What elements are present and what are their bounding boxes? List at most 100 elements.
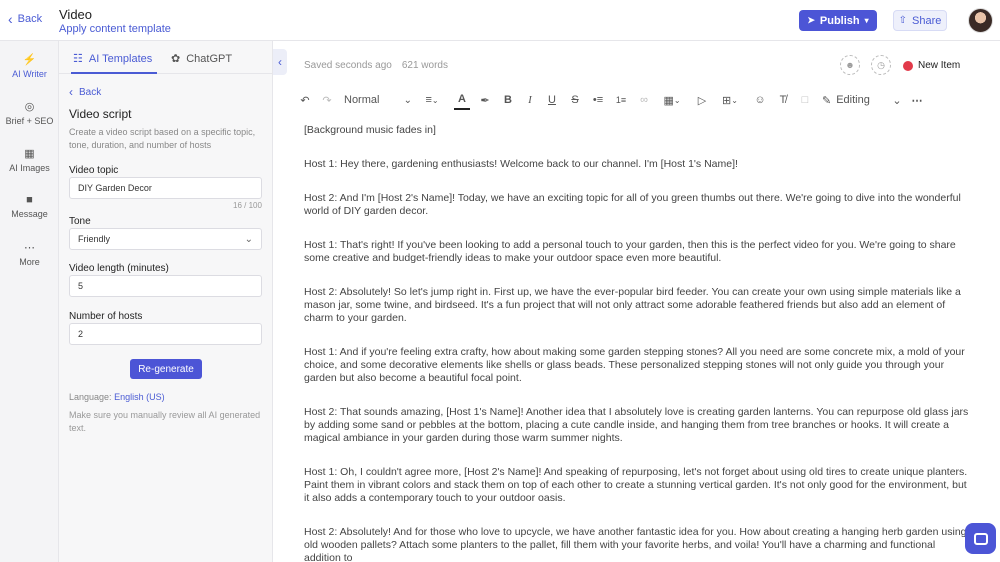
target-icon: ◎ bbox=[24, 101, 35, 113]
collapse-panel-button[interactable]: ‹ bbox=[273, 49, 287, 75]
chevron-down-icon: ▾ bbox=[864, 16, 869, 25]
numbered-list-icon[interactable]: 1≡ bbox=[614, 90, 628, 110]
chatgpt-icon: ✿ bbox=[171, 53, 181, 65]
status-dot bbox=[903, 61, 913, 71]
lightning-icon: ⚡ bbox=[22, 54, 37, 66]
share-button[interactable]: ⇧ Share bbox=[893, 10, 947, 31]
language-link[interactable]: English (US) bbox=[114, 392, 165, 402]
rail-item-label: Brief + SEO bbox=[5, 116, 54, 126]
back-label: Back bbox=[17, 13, 43, 25]
publish-button[interactable]: ➤ Publish ▾ bbox=[799, 10, 877, 31]
panel-tabs: ☷ AI Templates ✿ ChatGPT bbox=[59, 41, 273, 74]
language-info: Language: English (US) bbox=[69, 392, 165, 402]
emoji-icon[interactable]: ☺ bbox=[753, 90, 767, 110]
more-icon: ⋯ bbox=[24, 242, 35, 254]
chevron-left-icon: ‹ bbox=[69, 85, 73, 99]
rail-item-brief-seo[interactable]: ◎ Brief + SEO bbox=[0, 100, 59, 126]
length-label: Video length (minutes) bbox=[69, 263, 169, 274]
bullet-list-icon[interactable]: •≡ bbox=[591, 90, 605, 110]
undo-icon[interactable]: ↶ bbox=[298, 90, 312, 110]
hosts-input[interactable]: 2 bbox=[69, 323, 262, 345]
paragraph-style-value: Normal bbox=[344, 94, 380, 106]
chat-support-button[interactable] bbox=[965, 523, 996, 554]
editor-meta: Saved seconds ago 621 words bbox=[304, 60, 448, 71]
panel-back-button[interactable]: ‹ Back bbox=[69, 85, 101, 99]
topic-input[interactable]: DIY Garden Decor bbox=[69, 177, 262, 199]
publish-label: Publish bbox=[819, 14, 860, 27]
topic-char-counter: 16 / 100 bbox=[233, 201, 262, 210]
chevron-down-icon: ⌄ bbox=[244, 233, 253, 245]
image-icon: ▦ bbox=[24, 148, 35, 160]
paragraph: Host 1: Hey there, gardening enthusiasts… bbox=[304, 158, 738, 170]
editor-toolbar: ↶ ↷ Normal ⌄ ≡ ⌄ A ✒ B I U S •≡ 1≡ ∞ ▦ ⌄ ▷… bbox=[298, 90, 988, 110]
length-input[interactable]: 5 bbox=[69, 275, 262, 297]
italic-icon[interactable]: I bbox=[523, 90, 537, 110]
chevron-down-icon[interactable]: ⌄ bbox=[890, 90, 904, 110]
length-value: 5 bbox=[78, 281, 84, 291]
active-tab-indicator bbox=[71, 72, 157, 74]
paragraph: Host 2: Absolutely! And for those who lo… bbox=[304, 526, 967, 562]
highlight-icon[interactable]: ✒ bbox=[478, 90, 492, 110]
rail-item-label: More bbox=[19, 257, 40, 267]
table-icon[interactable]: ⊞ ⌄ bbox=[717, 90, 743, 110]
underline-icon[interactable]: U bbox=[545, 90, 559, 110]
more-options-icon[interactable]: ⋯ bbox=[910, 90, 924, 110]
strikethrough-icon[interactable]: S bbox=[568, 90, 582, 110]
panel-back-label: Back bbox=[79, 86, 102, 98]
paragraph: Host 1: That's right! If you've been loo… bbox=[304, 239, 956, 264]
comment-icon[interactable]: □ bbox=[798, 90, 812, 110]
paragraph: [Background music fades in] bbox=[304, 124, 436, 136]
clear-format-icon[interactable]: T̸ bbox=[776, 90, 790, 110]
status-label[interactable]: New Item bbox=[918, 60, 960, 71]
upload-icon: ⇧ bbox=[898, 15, 908, 26]
paragraph-style-select[interactable]: Normal ⌄ bbox=[344, 90, 412, 110]
rail-item-label: AI Writer bbox=[12, 69, 47, 79]
hosts-value: 2 bbox=[78, 329, 84, 339]
rail-item-ai-writer[interactable]: ⚡ AI Writer bbox=[0, 53, 59, 79]
tab-ai-templates[interactable]: ☷ AI Templates bbox=[73, 52, 153, 66]
paragraph: Host 2: Absolutely! So let's jump right … bbox=[304, 286, 961, 324]
template-title: Video script bbox=[69, 107, 132, 121]
tone-value: Friendly bbox=[78, 234, 111, 244]
rail-item-message[interactable]: ■ Message bbox=[0, 194, 59, 219]
topic-value: DIY Garden Decor bbox=[78, 183, 152, 193]
text-color-icon[interactable]: A bbox=[454, 90, 470, 110]
chevron-left-icon: ‹ bbox=[278, 55, 282, 69]
avatar[interactable] bbox=[968, 8, 993, 33]
topic-label: Video topic bbox=[69, 165, 119, 176]
templates-icon: ☷ bbox=[73, 53, 83, 65]
paragraph: Host 1: And if you're feeling extra craf… bbox=[304, 346, 965, 384]
align-icon[interactable]: ≡ ⌄ bbox=[420, 90, 444, 110]
hosts-label: Number of hosts bbox=[69, 311, 143, 322]
editing-mode-value: Editing bbox=[836, 94, 870, 106]
assign-user-icon[interactable]: ☻ bbox=[840, 55, 860, 75]
tab-chatgpt[interactable]: ✿ ChatGPT bbox=[171, 52, 233, 66]
tab-label: ChatGPT bbox=[186, 52, 233, 65]
top-header: ‹ Back Video Apply content template ➤ Pu… bbox=[0, 0, 1000, 41]
redo-icon[interactable]: ↷ bbox=[320, 90, 334, 110]
send-icon: ➤ bbox=[807, 15, 815, 25]
template-description: Create a video script based on a specifi… bbox=[69, 127, 256, 150]
document-body[interactable]: [Background music fades in] Host 1: Hey … bbox=[304, 124, 970, 562]
tab-label: AI Templates bbox=[88, 52, 153, 65]
rail-item-ai-images[interactable]: ▦ AI Images bbox=[0, 147, 59, 173]
chevron-left-icon: ‹ bbox=[8, 10, 13, 27]
link-icon[interactable]: ∞ bbox=[637, 90, 651, 110]
rail-item-more[interactable]: ⋯ More bbox=[0, 241, 59, 267]
schedule-icon[interactable]: ◷ bbox=[871, 55, 891, 75]
left-rail: ⚡ AI Writer ◎ Brief + SEO ▦ AI Images ■ … bbox=[0, 41, 59, 562]
editing-mode-select[interactable]: ✎ Editing bbox=[822, 90, 882, 110]
back-button[interactable]: ‹ Back bbox=[8, 10, 43, 27]
review-note: Make sure you manually review all AI gen… bbox=[69, 410, 261, 433]
share-label: Share bbox=[912, 14, 942, 27]
video-icon[interactable]: ▷ bbox=[695, 90, 709, 110]
language-prefix: Language: bbox=[69, 392, 112, 402]
image-insert-icon[interactable]: ▦ ⌄ bbox=[659, 90, 685, 110]
apply-template-link[interactable]: Apply content template bbox=[59, 23, 171, 35]
paragraph: Host 1: Oh, I couldn't agree more, [Host… bbox=[304, 466, 968, 504]
tone-select[interactable]: Friendly ⌄ bbox=[69, 228, 262, 250]
regenerate-button[interactable]: Re-generate bbox=[130, 359, 202, 379]
rail-item-label: Message bbox=[11, 209, 48, 219]
chevron-down-icon: ⌄ bbox=[403, 94, 412, 106]
bold-icon[interactable]: B bbox=[501, 90, 515, 110]
